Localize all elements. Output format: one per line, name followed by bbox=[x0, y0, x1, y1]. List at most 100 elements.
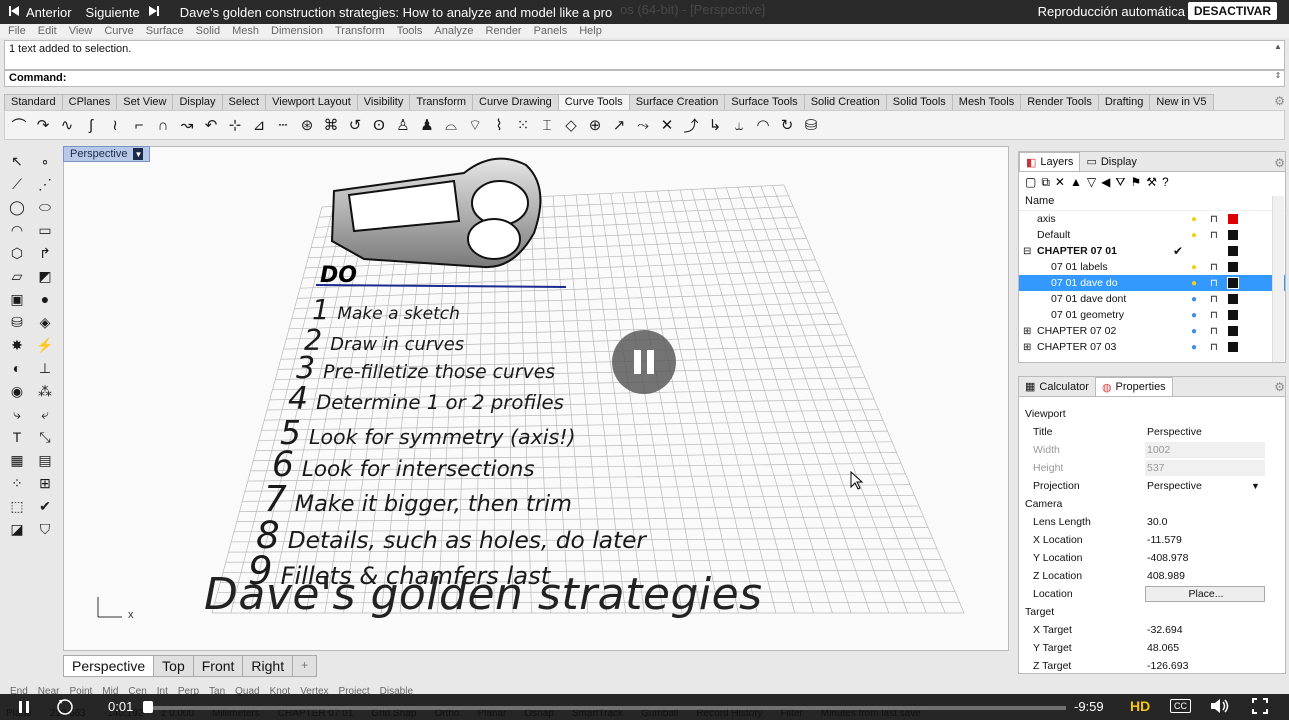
paint-icon[interactable]: ⛉ bbox=[32, 518, 58, 540]
gear-icon[interactable]: ⚙ bbox=[1274, 94, 1285, 108]
expand-icon[interactable]: ⊞ bbox=[1023, 342, 1031, 353]
toolbar-tab-mesh-tools[interactable]: Mesh Tools bbox=[951, 94, 1022, 110]
tab-properties[interactable]: ◍ Properties bbox=[1094, 377, 1173, 396]
layers-scrollbar[interactable] bbox=[1272, 196, 1284, 362]
layer-row[interactable]: 07 01 dave do ● ⊓ bbox=[1019, 275, 1285, 291]
fillet-curves-icon[interactable]: ⌒ bbox=[9, 115, 29, 135]
lock-icon[interactable]: ⊓ bbox=[1210, 262, 1218, 273]
wrench-icon[interactable]: ⚒ bbox=[1146, 175, 1157, 189]
rectangle-icon[interactable]: ▭ bbox=[32, 219, 58, 241]
delete-layer-icon[interactable]: ✕ bbox=[1055, 175, 1065, 189]
edit-pt-icon[interactable]: ↗ bbox=[609, 115, 629, 135]
group-icon[interactable]: ⁂ bbox=[32, 380, 58, 402]
property-value[interactable]: -126.693 bbox=[1145, 658, 1265, 673]
lock-icon[interactable]: ⊓ bbox=[1210, 310, 1218, 321]
point-icon[interactable]: ∘ bbox=[32, 150, 58, 172]
toolbar-tab-drafting[interactable]: Drafting bbox=[1097, 94, 1151, 110]
node-icon[interactable]: ⤳ bbox=[633, 115, 653, 135]
select-arrow-icon[interactable]: ↖ bbox=[4, 150, 30, 172]
chamfer-icon[interactable]: ⤶ bbox=[32, 403, 58, 425]
layer-color-swatch[interactable] bbox=[1228, 294, 1238, 304]
property-value[interactable]: 48.065 bbox=[1145, 640, 1265, 656]
toolbar-tab-curve-tools[interactable]: Curve Tools bbox=[557, 94, 630, 110]
lightbulb-icon[interactable]: ● bbox=[1191, 310, 1197, 321]
layer-row[interactable]: Default ● ⊓ bbox=[1019, 227, 1285, 243]
lightbulb-icon[interactable]: ● bbox=[1191, 326, 1197, 337]
layer-color-swatch[interactable] bbox=[1228, 310, 1238, 320]
tab-calculator[interactable]: ▦ Calculator bbox=[1019, 377, 1095, 396]
split-icon[interactable]: ⊥ bbox=[32, 357, 58, 379]
layer-color-swatch[interactable] bbox=[1228, 230, 1238, 240]
toolbar-tab-visibility[interactable]: Visibility bbox=[356, 94, 411, 110]
lightbulb-icon[interactable]: ● bbox=[1191, 342, 1197, 353]
delete-pt-icon[interactable]: ✕ bbox=[657, 115, 677, 135]
lightbulb-icon[interactable]: ● bbox=[1191, 294, 1197, 305]
match-curve-icon[interactable]: ʃ bbox=[81, 115, 101, 135]
cc-button[interactable]: CC bbox=[1170, 699, 1191, 713]
property-value[interactable]: 408.989 bbox=[1145, 568, 1265, 584]
menu-item-render[interactable]: Render bbox=[486, 25, 522, 37]
scale-icon[interactable]: ⤡ bbox=[32, 426, 58, 448]
mesh-icon[interactable]: ◈ bbox=[32, 311, 58, 333]
layer-color-swatch[interactable] bbox=[1228, 214, 1238, 224]
lock-icon[interactable]: ⊓ bbox=[1210, 326, 1218, 337]
lightbulb-icon[interactable]: ● bbox=[1191, 230, 1197, 241]
fit-icon[interactable]: ⌓ bbox=[441, 115, 461, 135]
properties-gear-icon[interactable]: ⚙ bbox=[1274, 380, 1285, 394]
adjustable-blend-icon[interactable]: ∿ bbox=[57, 115, 77, 135]
toolbar-tab-solid-tools[interactable]: Solid Tools bbox=[885, 94, 953, 110]
viewport-menu-dropdown[interactable]: ▼ bbox=[133, 148, 144, 160]
move-up-icon[interactable]: ▲ bbox=[1070, 175, 1082, 189]
toolbar-tab-cplanes[interactable]: CPlanes bbox=[61, 94, 118, 110]
new-layer-icon[interactable]: ▢ bbox=[1025, 175, 1036, 189]
dropdown-chevron-icon[interactable]: ▼ bbox=[1251, 481, 1260, 491]
menu-item-mesh[interactable]: Mesh bbox=[232, 25, 259, 37]
pause-icon[interactable] bbox=[18, 700, 30, 717]
lock-icon[interactable]: ⊓ bbox=[1210, 214, 1218, 225]
insert-pt-icon[interactable]: ⤴ bbox=[681, 115, 701, 135]
plane-icon[interactable]: ▱ bbox=[4, 265, 30, 287]
loop-icon[interactable]: ↻ bbox=[777, 115, 797, 135]
viewport-tab-perspective[interactable]: Perspective bbox=[63, 655, 155, 677]
dims-icon[interactable]: ⊞ bbox=[32, 472, 58, 494]
arc-icon[interactable]: ◠ bbox=[4, 219, 30, 241]
cylinder-icon[interactable]: ⛁ bbox=[4, 311, 30, 333]
polygon-icon[interactable]: ⬡ bbox=[4, 242, 30, 264]
deg-icon[interactable]: ⌔ bbox=[465, 115, 485, 135]
boolean-icon[interactable]: ◐ bbox=[4, 357, 30, 379]
walker-icon[interactable]: ♙ bbox=[393, 115, 413, 135]
command-scroll-icon[interactable]: ⇕ bbox=[1273, 71, 1283, 80]
box-icon[interactable]: ▣ bbox=[4, 288, 30, 310]
surface-icon[interactable]: ◩ bbox=[32, 265, 58, 287]
add-viewport-tab-icon[interactable]: + bbox=[292, 655, 318, 677]
video-progress-bar[interactable] bbox=[146, 706, 1066, 710]
menu-item-solid[interactable]: Solid bbox=[196, 25, 220, 37]
menu-item-curve[interactable]: Curve bbox=[104, 25, 133, 37]
layer-row[interactable]: ⊟ CHAPTER 07 01 ✔ bbox=[1019, 243, 1285, 259]
layer-color-swatch[interactable] bbox=[1228, 262, 1238, 272]
property-value[interactable]: -408.978 bbox=[1145, 550, 1265, 566]
fair-icon[interactable]: ⌇ bbox=[489, 115, 509, 135]
tab-display[interactable]: ▭ Display bbox=[1080, 152, 1142, 171]
property-value[interactable]: -11.579 bbox=[1145, 532, 1265, 548]
move-down-icon[interactable]: ▽ bbox=[1087, 175, 1096, 189]
connect-icon[interactable]: ⌐ bbox=[129, 115, 149, 135]
curve-blend-icon[interactable]: ↶ bbox=[201, 115, 221, 135]
hook-icon[interactable]: ↳ bbox=[705, 115, 725, 135]
toolbar-tab-curve-drawing[interactable]: Curve Drawing bbox=[472, 94, 559, 110]
viewport-tab-top[interactable]: Top bbox=[153, 655, 194, 677]
control-points-icon[interactable]: ⌘ bbox=[321, 115, 341, 135]
menu-item-dimension[interactable]: Dimension bbox=[271, 25, 323, 37]
menu-item-file[interactable]: File bbox=[8, 25, 26, 37]
progress-scrubber[interactable] bbox=[143, 701, 153, 713]
diamond-icon[interactable]: ◇ bbox=[561, 115, 581, 135]
layer-row[interactable]: 07 01 dave dont ● ⊓ bbox=[1019, 291, 1285, 307]
lock-icon[interactable]: ⊓ bbox=[1210, 342, 1218, 353]
menu-item-edit[interactable]: Edit bbox=[38, 25, 57, 37]
help-icon[interactable]: ? bbox=[1162, 175, 1169, 189]
toolbar-tab-surface-tools[interactable]: Surface Tools bbox=[724, 94, 805, 110]
property-value[interactable]: Perspective bbox=[1145, 424, 1265, 440]
project-icon[interactable]: ⊿ bbox=[249, 115, 269, 135]
expand-icon[interactable]: ⊞ bbox=[1023, 326, 1031, 337]
sphere-icon[interactable]: ● bbox=[32, 288, 58, 310]
